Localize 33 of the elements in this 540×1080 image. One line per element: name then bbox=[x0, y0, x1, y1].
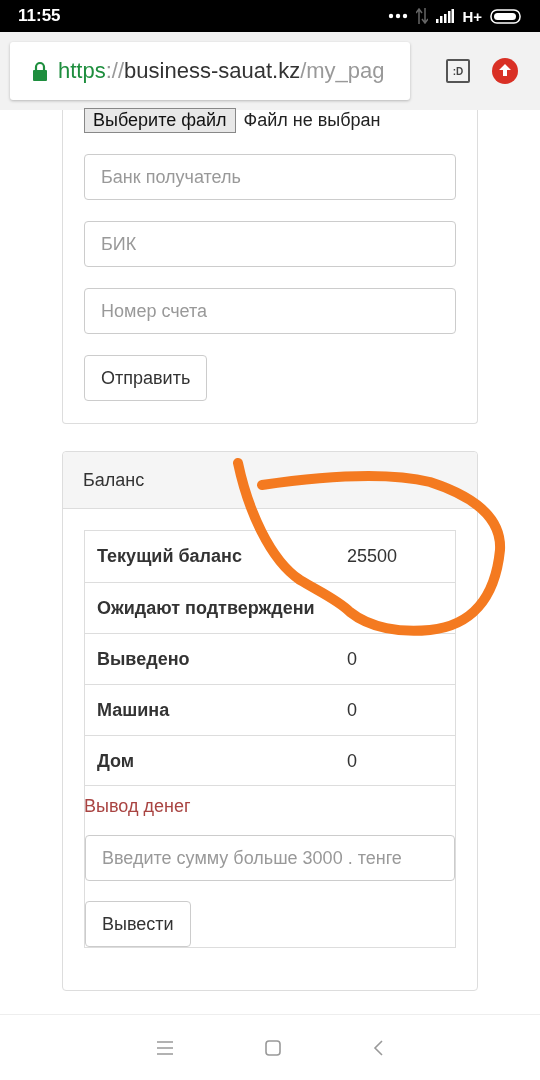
row-label: Ожидают подтверждени bbox=[96, 597, 316, 619]
address-bar[interactable]: https://business-sauat.kz/my_pag bbox=[10, 42, 410, 100]
row-label: Дом bbox=[96, 750, 136, 772]
choose-file-button[interactable]: Выберите файл bbox=[84, 108, 236, 133]
text-field[interactable]: Номер счета bbox=[84, 288, 456, 334]
home-icon[interactable] bbox=[265, 1039, 281, 1056]
amount-field[interactable]: Введите сумму больше 3000 . тенге bbox=[85, 835, 455, 881]
url-text: https://business-sauat.kz/my_pag bbox=[58, 58, 385, 84]
row-label: Текущий баланс bbox=[96, 546, 243, 567]
row-value: 0 bbox=[347, 699, 357, 721]
upload-icon[interactable] bbox=[492, 58, 518, 84]
more-icon bbox=[388, 13, 409, 19]
withdraw-title: Вывод денег bbox=[84, 796, 192, 817]
status-time: 11:55 bbox=[18, 6, 61, 26]
withdraw-button[interactable]: Вывести bbox=[85, 901, 191, 947]
row-label: Выведено bbox=[96, 648, 191, 670]
back-icon[interactable] bbox=[373, 1039, 383, 1056]
text-field[interactable]: Банк получатель bbox=[84, 154, 456, 200]
row-value: 25500 bbox=[347, 546, 398, 567]
submit-button[interactable]: Отправить bbox=[84, 355, 208, 401]
file-status: Файл не выбран bbox=[243, 110, 381, 131]
row-value: 0 bbox=[347, 648, 357, 670]
row-value: 0 bbox=[347, 750, 357, 772]
row-label: Машина bbox=[96, 699, 171, 721]
menu-icon[interactable] bbox=[157, 1040, 173, 1055]
lock-icon bbox=[32, 61, 48, 81]
data-arrows-icon bbox=[416, 8, 429, 24]
battery-icon bbox=[490, 8, 522, 24]
tab-switcher-button[interactable]: :D bbox=[446, 59, 470, 83]
card-title: Баланс bbox=[83, 469, 145, 491]
text-field[interactable]: БИК bbox=[84, 221, 456, 267]
network-type: H+ bbox=[462, 7, 482, 25]
signal-icon bbox=[436, 9, 455, 23]
